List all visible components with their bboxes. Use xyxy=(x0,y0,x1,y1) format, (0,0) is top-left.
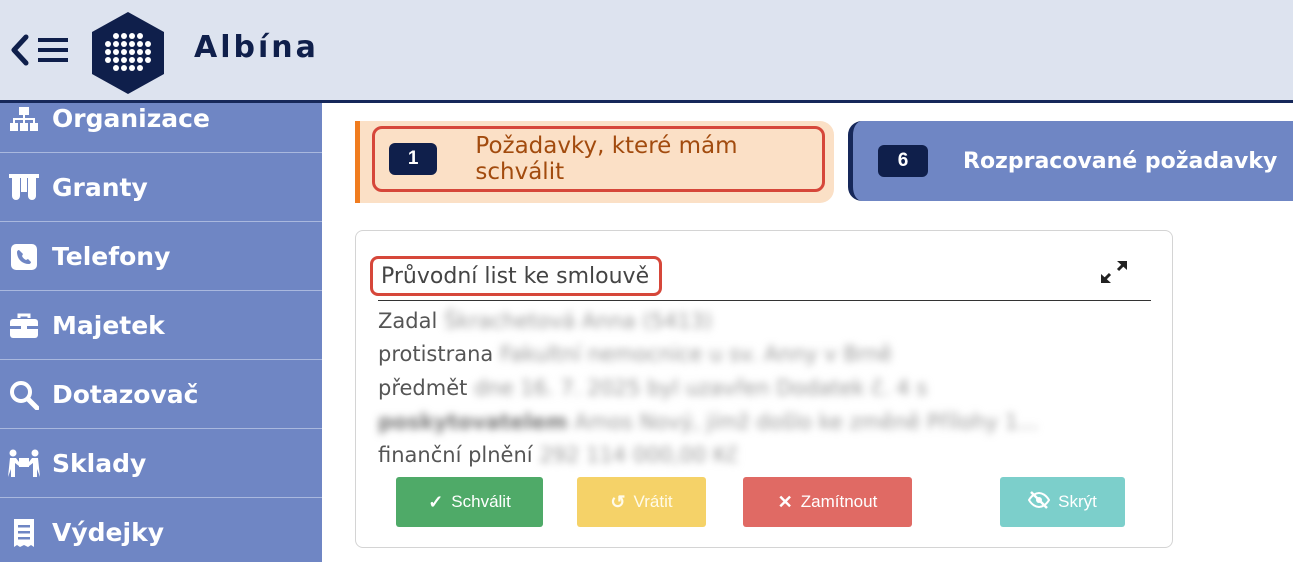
field-value: dne 16. 7. 2025 byl uzavřen Dodatek č. 4… xyxy=(474,376,928,400)
sidebar-item-organizace[interactable]: Organizace xyxy=(0,103,322,153)
card-title: Průvodní list ke smlouvě xyxy=(370,256,662,296)
sidebar-item-granty[interactable]: Granty xyxy=(0,154,322,222)
sidebar-item-label: Telefony xyxy=(52,242,171,271)
field-protistrana: protistrana Fakultní nemocnice u sv. Ann… xyxy=(378,339,892,369)
sidebar-item-label: Sklady xyxy=(52,449,147,478)
chevron-left-icon xyxy=(11,34,29,66)
sitemap-icon xyxy=(6,103,42,137)
logo-icon xyxy=(92,12,164,94)
expand-button[interactable] xyxy=(1098,258,1130,286)
flask-icon xyxy=(6,170,42,206)
sidebar-item-label: Organizace xyxy=(52,104,210,133)
field-zadal: Zadal Škrachetová Anna (5413) xyxy=(378,306,712,336)
field-predmet: předmět dne 16. 7. 2025 byl uzavřen Doda… xyxy=(378,373,927,403)
tab-in-progress[interactable]: 6 Rozpracované požadavky xyxy=(848,121,1293,201)
button-label: Schválit xyxy=(451,492,511,511)
sidebar-item-dotazovac[interactable]: Dotazovač xyxy=(0,361,322,429)
expand-icon xyxy=(1101,261,1127,283)
tab-label: Požadavky, které mám schválit xyxy=(475,133,738,185)
people-carry-icon xyxy=(6,446,42,482)
sidebar-item-sklady[interactable]: Sklady xyxy=(0,430,322,498)
field-label: předmět xyxy=(378,376,468,400)
field-value: Amos Nový, jímž došlo ke změně Přílohy 1… xyxy=(574,410,1039,434)
tab-label: Rozpracované požadavky xyxy=(963,148,1278,174)
menu-icon xyxy=(38,38,68,62)
field-label: Zadal xyxy=(378,309,438,333)
button-label: Skrýt xyxy=(1058,492,1097,511)
card-divider xyxy=(378,300,1151,301)
count-badge: 6 xyxy=(878,145,928,177)
search-icon xyxy=(6,377,42,413)
field-value: Škrachetová Anna (5413) xyxy=(443,309,713,333)
reject-button[interactable]: ✕ Zamítnout xyxy=(743,477,912,527)
sidebar-item-label: Majetek xyxy=(52,311,165,340)
field-label: finanční plnění xyxy=(378,443,533,467)
tab-pending-approval[interactable]: 1 Požadavky, které mám schválit xyxy=(355,121,834,203)
sidebar-item-label: Dotazovač xyxy=(52,380,199,409)
field-value: 292 114 000,00 Kč xyxy=(539,443,739,467)
field-value: Fakultní nemocnice u sv. Anny v Brně xyxy=(499,342,893,366)
brand-name: Albína xyxy=(194,30,319,65)
close-icon: ✕ xyxy=(777,491,793,512)
eye-slash-icon xyxy=(1027,490,1051,514)
undo-icon: ↺ xyxy=(610,491,626,512)
phone-icon xyxy=(6,239,42,275)
sidebar-item-label: Výdejky xyxy=(52,518,164,547)
briefcase-icon xyxy=(6,308,42,344)
collapse-menu-button[interactable] xyxy=(8,24,76,76)
field-value-bold: poskytovatelem xyxy=(378,410,568,434)
sidebar-item-telefony[interactable]: Telefony xyxy=(0,223,322,291)
count-badge: 1 xyxy=(389,143,438,175)
field-financni-plneni: finanční plnění 292 114 000,00 Kč xyxy=(378,440,738,470)
sidebar-item-vydejky[interactable]: Výdejky xyxy=(0,499,322,562)
return-button[interactable]: ↺ Vrátit xyxy=(577,477,706,527)
field-predmet-continued: poskytovatelem Amos Nový, jímž došlo ke … xyxy=(378,407,1038,437)
logo xyxy=(88,10,168,101)
button-label: Vrátit xyxy=(633,492,673,511)
button-label: Zamítnout xyxy=(800,492,878,511)
receipt-icon xyxy=(6,515,42,551)
field-label: protistrana xyxy=(378,342,494,366)
top-bar: Albína xyxy=(0,0,1293,103)
approve-button[interactable]: ✓ Schválit xyxy=(396,477,543,527)
sidebar-item-label: Granty xyxy=(52,173,148,202)
sidebar: Organizace Granty Telefony Majetek Dotaz… xyxy=(0,103,322,562)
check-icon: ✓ xyxy=(428,491,444,512)
sidebar-item-majetek[interactable]: Majetek xyxy=(0,292,322,360)
tab-highlight: 1 Požadavky, které mám schválit xyxy=(372,126,825,192)
hide-button[interactable]: Skrýt xyxy=(1000,477,1125,527)
